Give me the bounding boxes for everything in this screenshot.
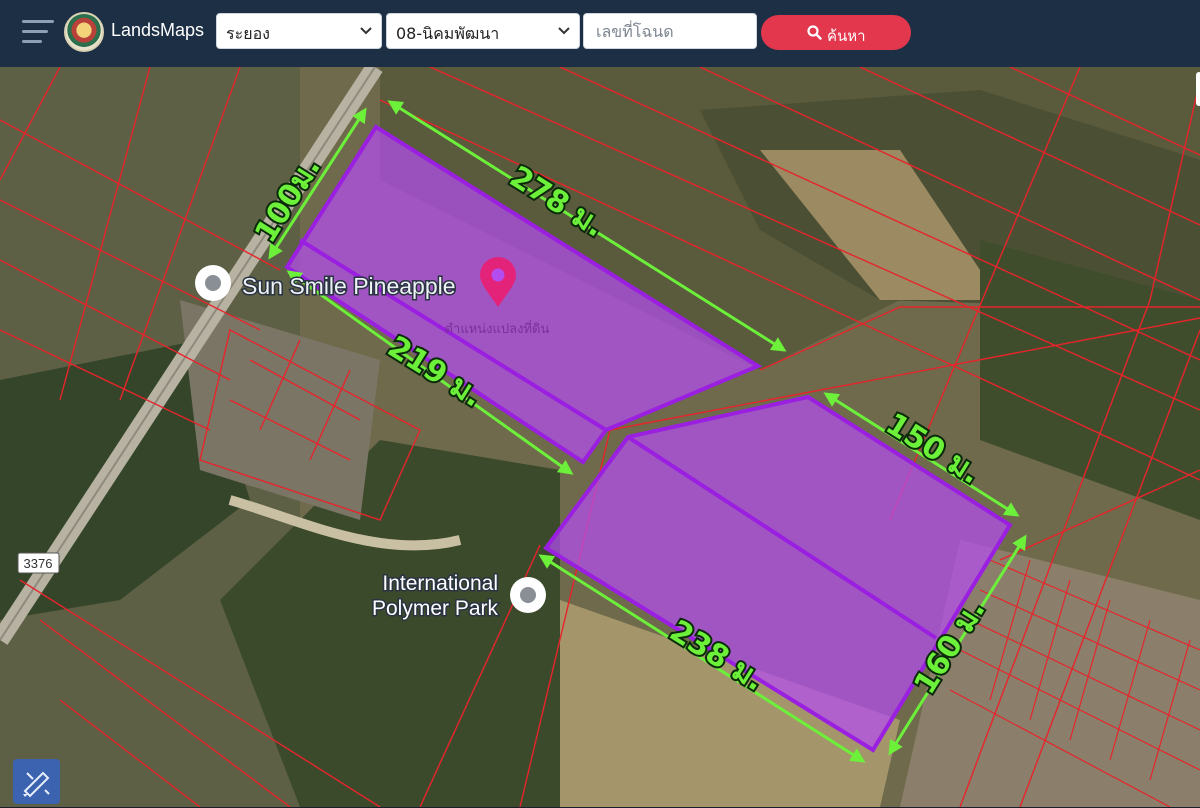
chevron-down-icon (558, 27, 570, 35)
province-select[interactable]: ระยอง (216, 13, 382, 49)
road-shield-number: 3376 (24, 556, 53, 571)
measure-tool-icon (23, 771, 50, 798)
road-shield: 3376 (17, 552, 60, 574)
poi-label-sun-smile: Sun Smile Pineapple (242, 273, 456, 299)
poi-marker-dot (520, 587, 536, 603)
map-canvas: 100ม. 278 ม. 219 ม. 150 ม. 160 ม. 238 ม.… (0, 67, 1200, 807)
district-select[interactable]: 08-นิคมพัฒนา (386, 13, 580, 49)
deed-number-input[interactable] (583, 13, 757, 49)
chevron-down-icon (360, 27, 372, 35)
poi-label-polymer-line1: International (382, 572, 498, 595)
landsmaps-logo (64, 12, 104, 52)
search-button-label: ค้นหา (827, 27, 866, 45)
satellite-map[interactable]: 100ม. 278 ม. 219 ม. 150 ม. 160 ม. 238 ม.… (0, 67, 1200, 807)
search-button[interactable]: ค้นหา (761, 15, 911, 50)
province-value: ระยอง (226, 24, 270, 43)
location-pin-hole (491, 268, 505, 282)
district-value: 08-นิคมพัฒนา (396, 24, 500, 43)
search-icon (807, 25, 822, 40)
poi-label-polymer-line2: Polymer Park (372, 597, 499, 620)
map-edge-control[interactable] (1196, 72, 1200, 106)
measure-tool-button[interactable] (13, 759, 60, 804)
top-navigation-bar: LandsMaps ระยอง 08-นิคมพัฒนา ค้นหา (0, 0, 1200, 67)
hamburger-icon[interactable] (22, 20, 54, 46)
pin-caption: ตำแหน่งแปลงที่ดิน (445, 320, 550, 337)
brand-name: LandsMaps (111, 20, 205, 40)
poi-marker-dot (205, 275, 221, 291)
